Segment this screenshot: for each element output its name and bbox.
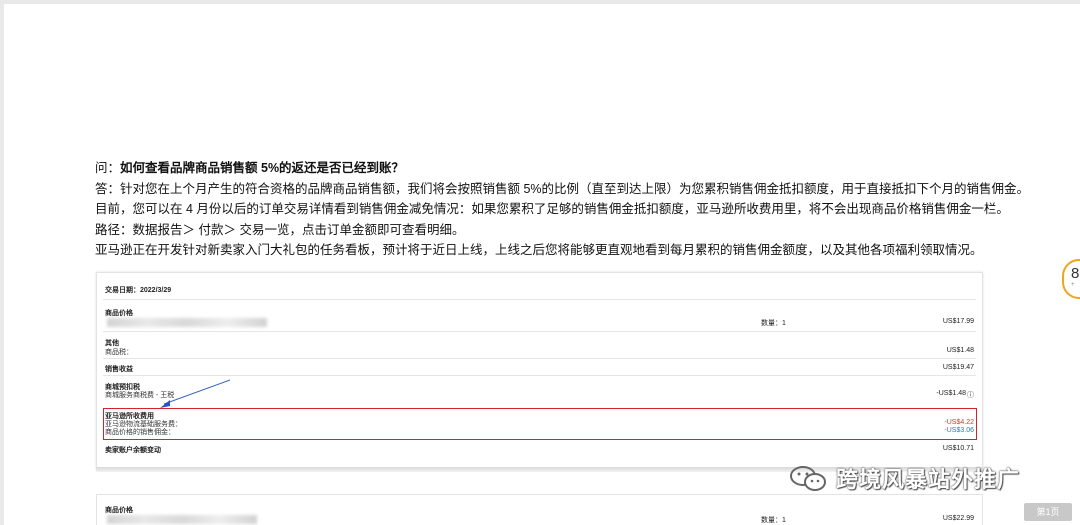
fba-fee: -US$4.22 <box>944 419 974 426</box>
product-price-2: US$22.99 <box>942 515 974 522</box>
commission-label: 商品价格的销售佣金： <box>105 429 175 436</box>
commission: -US$3.06 <box>944 427 974 434</box>
watermark-text: 跨境风暴站外推广 <box>836 468 1021 493</box>
badge-sub: + <box>1071 282 1075 288</box>
product-tax-label: 商品税： <box>105 349 133 356</box>
question-text: 如何查看品牌商品销售额 5%的返还是否已经到账？ <box>120 161 405 175</box>
arrow-icon <box>160 379 231 408</box>
article-page: 问：如何查看品牌商品销售额 5%的返还是否已经到账？ 答：针对您在上个月产生的符… <box>4 4 1080 525</box>
transaction-detail-screenshot: 交易日期：2022/3/29 商品价格 数量：1 US$17.99 其他 商品税… <box>96 272 983 470</box>
sales-revenue-label: 销售收益 <box>105 366 133 373</box>
blurred-product-name <box>107 318 267 327</box>
product-price-label-2: 商品价格 <box>105 507 133 514</box>
divider <box>103 299 976 300</box>
product-price: US$17.99 <box>942 318 974 325</box>
sales-revenue: US$19.47 <box>942 364 974 371</box>
info-icon[interactable]: ⓘ <box>967 390 974 400</box>
article-body: 问：如何查看品牌商品销售额 5%的返还是否已经到账？ 答：针对您在上个月产生的符… <box>95 158 1030 261</box>
answer-paragraph: 答：针对您在上个月产生的符合资格的品牌商品销售额，我们将会按照销售额 5%的比例… <box>95 181 1030 196</box>
question-paragraph: 问：如何查看品牌商品销售额 5%的返还是否已经到账？ <box>95 158 995 179</box>
product-price-label: 商品价格 <box>105 310 133 317</box>
next-page-button[interactable]: 第1页 <box>1024 503 1072 521</box>
future-paragraph: 亚马逊正在开发针对新卖家入门大礼包的任务看板，预计将于近日上线，上线之后您将能够… <box>95 243 983 257</box>
current-paragraph: 目前，您可以在 4 月份以后的订单交易详情看到销售佣金减免情况：如果您累积了足够… <box>95 202 1009 216</box>
transaction-detail-screenshot-2: 商品价格 数量：1 US$22.99 <box>96 494 983 525</box>
wechat-icon <box>790 466 826 491</box>
question-prefix: 问： <box>95 161 121 175</box>
divider <box>103 375 976 376</box>
transaction-date: 交易日期：2022/3/29 <box>105 287 172 294</box>
divider <box>103 331 976 332</box>
quantity-2: 数量：1 <box>761 517 786 524</box>
highlight-box <box>103 408 977 440</box>
withholding-amount: -US$1.48 <box>936 390 966 397</box>
divider <box>103 358 976 359</box>
blurred-product-name-2 <box>107 515 257 524</box>
balance: US$10.71 <box>942 445 974 452</box>
badge-number: 8 <box>1071 265 1080 282</box>
quantity: 数量：1 <box>761 320 786 327</box>
path-paragraph: 路径：数据报告＞ 付款＞ 交易一览，点击订单金额即可查看明细。 <box>95 222 465 237</box>
balance-label: 卖家账户余额变动 <box>105 447 161 454</box>
product-tax: US$1.48 <box>946 347 974 354</box>
